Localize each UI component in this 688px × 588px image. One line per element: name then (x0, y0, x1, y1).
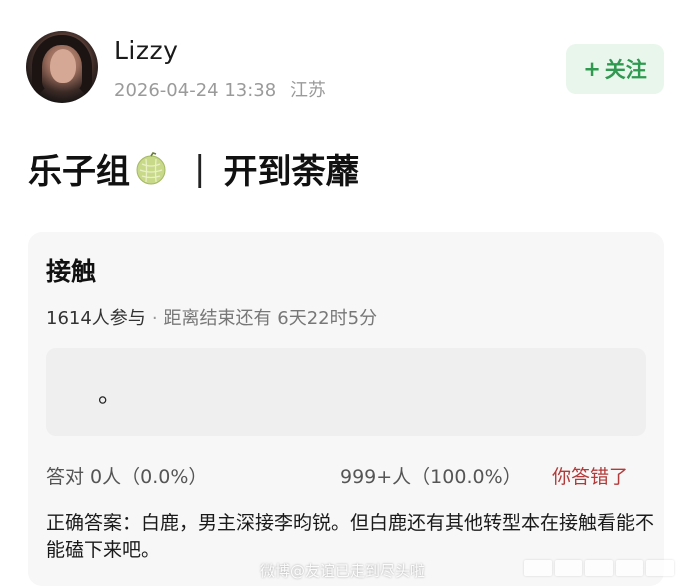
poll-stats: 1614人参与 · 距离结束还有 6天22时5分 (46, 304, 377, 330)
post-meta: 2026-04-24 13:38 江苏 (114, 76, 326, 102)
blur-block (615, 560, 644, 576)
title-separator: | (194, 148, 206, 189)
title-left: 乐子组 (28, 152, 130, 192)
author-name[interactable]: Lizzy (114, 36, 178, 65)
poll-title: 接触 (46, 257, 97, 286)
poll-participants: 1614人参与 (46, 308, 146, 329)
blur-block (524, 560, 552, 576)
post-location: 江苏 (289, 80, 326, 101)
blur-block (554, 560, 583, 576)
blur-block (585, 560, 613, 576)
watermark-text: 微博@友谊已走到尽头啦 (260, 562, 426, 580)
melon-emoji-icon (136, 151, 166, 184)
title-right: 开到荼蘼 (223, 152, 360, 192)
poll-option[interactable]: 。 (46, 348, 646, 436)
poll-remaining-time: 距离结束还有 6天22时5分 (163, 308, 378, 329)
post-title: 乐子组 | 开到荼蘼 (28, 144, 359, 193)
follow-label: 关注 (604, 58, 647, 82)
follow-button[interactable]: + 关注 (566, 44, 664, 94)
stats-separator: · (151, 308, 158, 329)
correct-count: 答对 0人（0.0%） (46, 466, 208, 488)
result-status: 你答错了 (552, 466, 629, 488)
author-avatar[interactable] (26, 31, 98, 103)
plus-icon: + (583, 57, 601, 81)
avatar-hair (32, 35, 92, 101)
blur-block (646, 560, 674, 576)
poll-card: 接触 1614人参与 · 距离结束还有 6天22时5分 。 答对 0人（0.0%） … (28, 232, 664, 586)
post-timestamp: 2026-04-24 13:38 (114, 80, 277, 101)
poll-option-text: 。 (98, 380, 122, 408)
correct-answer-text: 正确答案：白鹿，男主深接李昀锐。但白鹿还有其他转型本在接触看能不能磕下来吧。 (46, 512, 655, 561)
watermark-blur (524, 560, 674, 580)
wrong-count: 999+人（100.0%） (340, 466, 522, 488)
